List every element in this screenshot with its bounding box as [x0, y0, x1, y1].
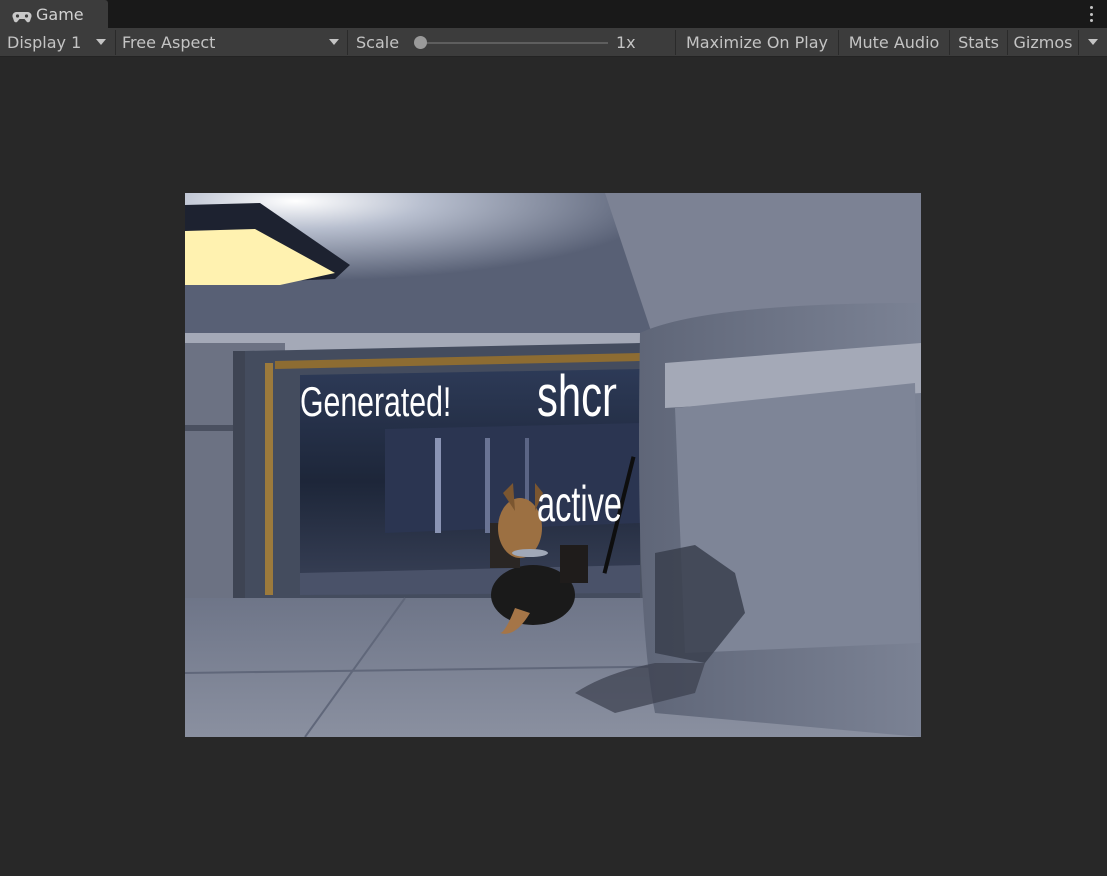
aspect-dropdown[interactable]: Free Aspect: [116, 28, 347, 56]
maximize-on-play-button[interactable]: Maximize On Play: [676, 28, 838, 56]
scale-slider-thumb[interactable]: [414, 36, 427, 49]
scale-value: 1x: [616, 32, 636, 52]
overlay-text-shcnc: shcnc: [537, 364, 616, 429]
overlay-text-active: active: [537, 476, 622, 532]
display-label: Display 1: [7, 32, 82, 52]
overlay-text-generated: Generated!: [300, 378, 452, 425]
tab-title: Game: [36, 4, 84, 24]
tab-game[interactable]: Game: [0, 0, 108, 28]
scale-label: Scale: [356, 32, 400, 52]
gamepad-icon: [12, 8, 32, 23]
kebab-menu-icon[interactable]: [1088, 6, 1094, 22]
game-viewport[interactable]: Generated! shcnc active: [185, 193, 921, 737]
chevron-down-icon: [96, 39, 107, 45]
gizmos-button[interactable]: Gizmos: [1008, 28, 1078, 56]
game-scene: [185, 193, 921, 737]
gizmos-dropdown[interactable]: [1079, 28, 1107, 56]
scale-slider-track[interactable]: [418, 42, 608, 44]
mute-audio-button[interactable]: Mute Audio: [839, 28, 949, 56]
display-dropdown[interactable]: Display 1: [0, 28, 115, 56]
chevron-down-icon: [1088, 39, 1098, 45]
aspect-label: Free Aspect: [122, 32, 216, 52]
game-toolbar: Display 1 Free Aspect Scale 1x Maximize …: [0, 28, 1107, 57]
stats-button[interactable]: Stats: [950, 28, 1007, 56]
chevron-down-icon: [329, 39, 339, 45]
tab-bar: Game: [0, 0, 1107, 28]
